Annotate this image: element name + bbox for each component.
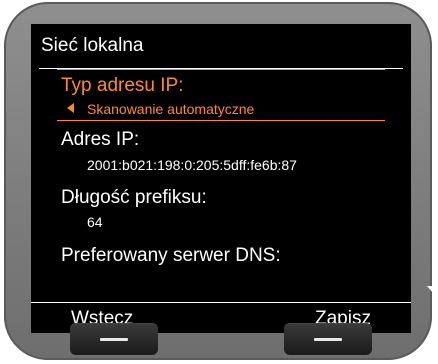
field-value-ip-type[interactable]: Skanowanie automatyczne [87, 100, 254, 118]
phone-device: Sieć lokalna Typ adresu IP: Skanowanie a… [4, 2, 438, 360]
field-label-ip-address[interactable]: Adres IP: [61, 128, 139, 152]
arrow-left-icon[interactable] [67, 103, 74, 113]
softkey-bar-icon [100, 338, 128, 341]
field-label-prefix-length[interactable]: Długość prefiksu: [61, 186, 207, 210]
softkey-bar-icon [314, 338, 342, 341]
field-label-preferred-dns[interactable]: Preferowany serwer DNS: [61, 244, 281, 268]
right-softkey-button[interactable] [284, 323, 372, 355]
screen-title-bar: Sieć lokalna [39, 24, 403, 69]
scroll-down-icon [427, 286, 438, 293]
screen-title: Sieć lokalna [41, 35, 144, 56]
field-label-ip-type[interactable]: Typ adresu IP: [61, 74, 184, 98]
field-value-prefix-length[interactable]: 64 [87, 213, 103, 231]
field-value-ip-address[interactable]: 2001:b021:198:0:205:5dff:fe6b:87 [87, 156, 297, 174]
left-softkey-button[interactable] [70, 323, 158, 355]
display-screen: Sieć lokalna Typ adresu IP: Skanowanie a… [31, 24, 438, 333]
